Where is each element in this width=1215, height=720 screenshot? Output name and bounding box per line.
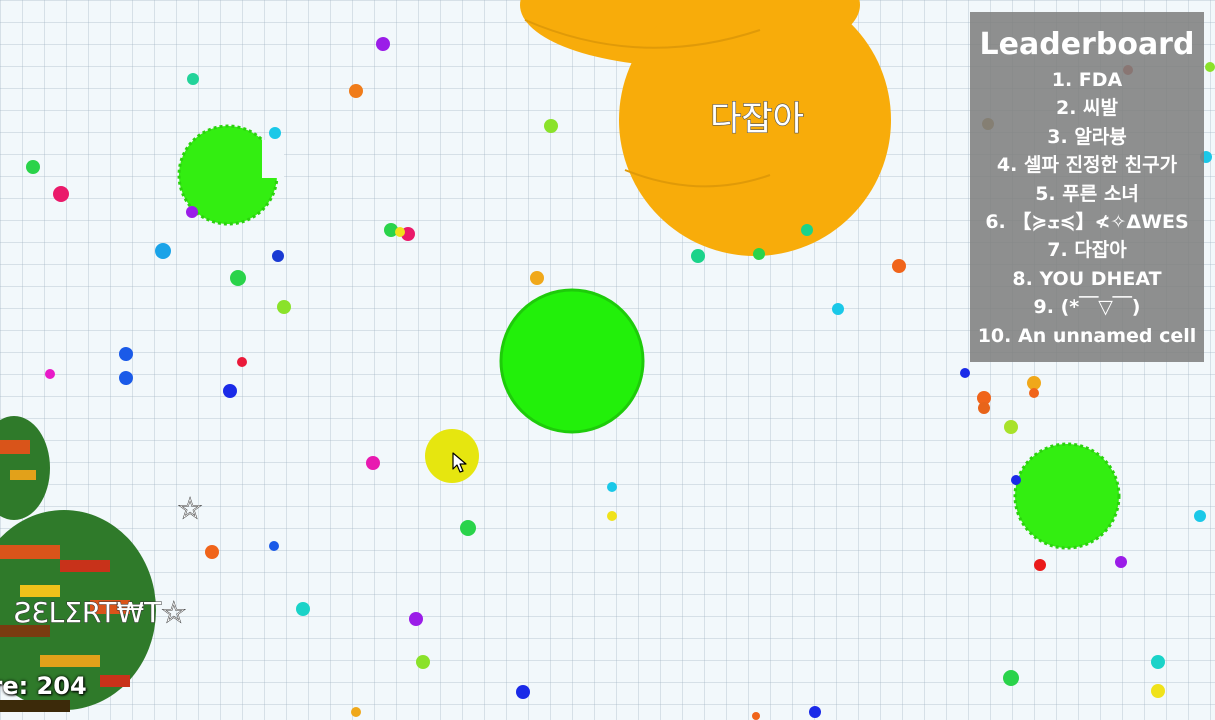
- food-pellet: [607, 482, 617, 492]
- food-pellet: [155, 243, 171, 259]
- food-pellet: [1011, 475, 1021, 485]
- food-pellet: [366, 456, 380, 470]
- food-pellet: [801, 224, 813, 236]
- camo-cell-name: ƧƐLΣRT₩T☆: [14, 596, 187, 629]
- leaderboard-panel: Leaderboard 1. FDA 2. 씨발 3. 알라븅 4. 셀파 진정…: [970, 12, 1204, 362]
- food-pellet: [960, 368, 970, 378]
- food-pellet: [544, 119, 558, 133]
- food-pellet: [269, 127, 281, 139]
- food-pellet: [205, 545, 219, 559]
- leaderboard-entry: 6. 【≽ܫ≼】≮✧ΔWES: [985, 211, 1189, 234]
- food-pellet: [187, 73, 199, 85]
- leaderboard-title: Leaderboard: [979, 27, 1195, 62]
- food-pellet: [272, 250, 284, 262]
- food-pellet: [277, 300, 291, 314]
- food-pellet: [530, 271, 544, 285]
- food-pellet: [409, 612, 423, 626]
- food-pellet: [223, 384, 237, 398]
- green-cell-center: [499, 288, 645, 434]
- leaderboard-entry: 10. An unnamed cell: [977, 324, 1197, 347]
- food-pellet: [832, 303, 844, 315]
- food-pellet: [186, 206, 198, 218]
- food-pellet: [1151, 655, 1165, 669]
- food-pellet: [119, 371, 133, 385]
- food-pellet: [809, 706, 821, 718]
- leaderboard-entry: 7. 다잡아: [1047, 239, 1127, 262]
- food-pellet: [1205, 62, 1215, 72]
- food-pellet: [516, 685, 530, 699]
- food-pellet: [416, 655, 430, 669]
- leaderboard-entry: 1. FDA: [1051, 69, 1123, 91]
- food-pellet: [376, 37, 390, 51]
- leaderboard-entry: 8. YOU DHEAT: [1012, 267, 1162, 290]
- leaderboard-entry: 4. 셀파 진정한 친구가: [996, 154, 1178, 177]
- food-pellet: [691, 249, 705, 263]
- camo-cell-bottom-left: ☆ ƧƐLΣRT₩T☆: [0, 416, 203, 712]
- leaderboard-entry: 9. (*￣▽￣): [1033, 296, 1141, 319]
- food-pellet: [1029, 388, 1039, 398]
- camo-cell-star-label: ☆: [177, 492, 202, 525]
- food-pellet: [1034, 559, 1046, 571]
- food-pellet: [1194, 510, 1206, 522]
- food-pellet: [1115, 556, 1127, 568]
- food-pellet: [45, 369, 55, 379]
- food-pellet: [351, 707, 361, 717]
- food-pellet: [53, 186, 69, 202]
- food-pellet: [26, 160, 40, 174]
- food-pellet: [237, 357, 247, 367]
- leaderboard-entry: 5. 푸른 소녀: [1035, 182, 1139, 205]
- mouse-pointer-icon: [452, 452, 467, 473]
- score-display: ore: 204: [0, 672, 87, 700]
- food-pellet: [269, 541, 279, 551]
- food-pellet: [1004, 420, 1018, 434]
- food-pellet: [752, 712, 760, 720]
- food-pellet: [1027, 376, 1041, 390]
- orange-player-cell: 다잡아: [520, 0, 891, 256]
- food-pellet: [892, 259, 906, 273]
- food-pellet: [230, 270, 246, 286]
- food-pellet: [1151, 684, 1165, 698]
- food-pellet: [607, 511, 617, 521]
- leaderboard-list: 1. FDA 2. 씨발 3. 알라븅 4. 셀파 진정한 친구가 5. 푸른 …: [970, 66, 1204, 350]
- food-pellet: [395, 227, 405, 237]
- food-pellet: [1003, 670, 1019, 686]
- leaderboard-entry: 3. 알라븅: [1047, 125, 1127, 148]
- green-cell-right: [1013, 442, 1121, 550]
- food-pellet: [349, 84, 363, 98]
- orange-cell-name: 다잡아: [710, 99, 804, 139]
- food-pellet: [119, 347, 133, 361]
- food-pellet: [296, 602, 310, 616]
- food-pellet: [460, 520, 476, 536]
- leaderboard-entry: 2. 씨발: [1055, 97, 1119, 120]
- food-pellet: [978, 402, 990, 414]
- food-pellet: [753, 248, 765, 260]
